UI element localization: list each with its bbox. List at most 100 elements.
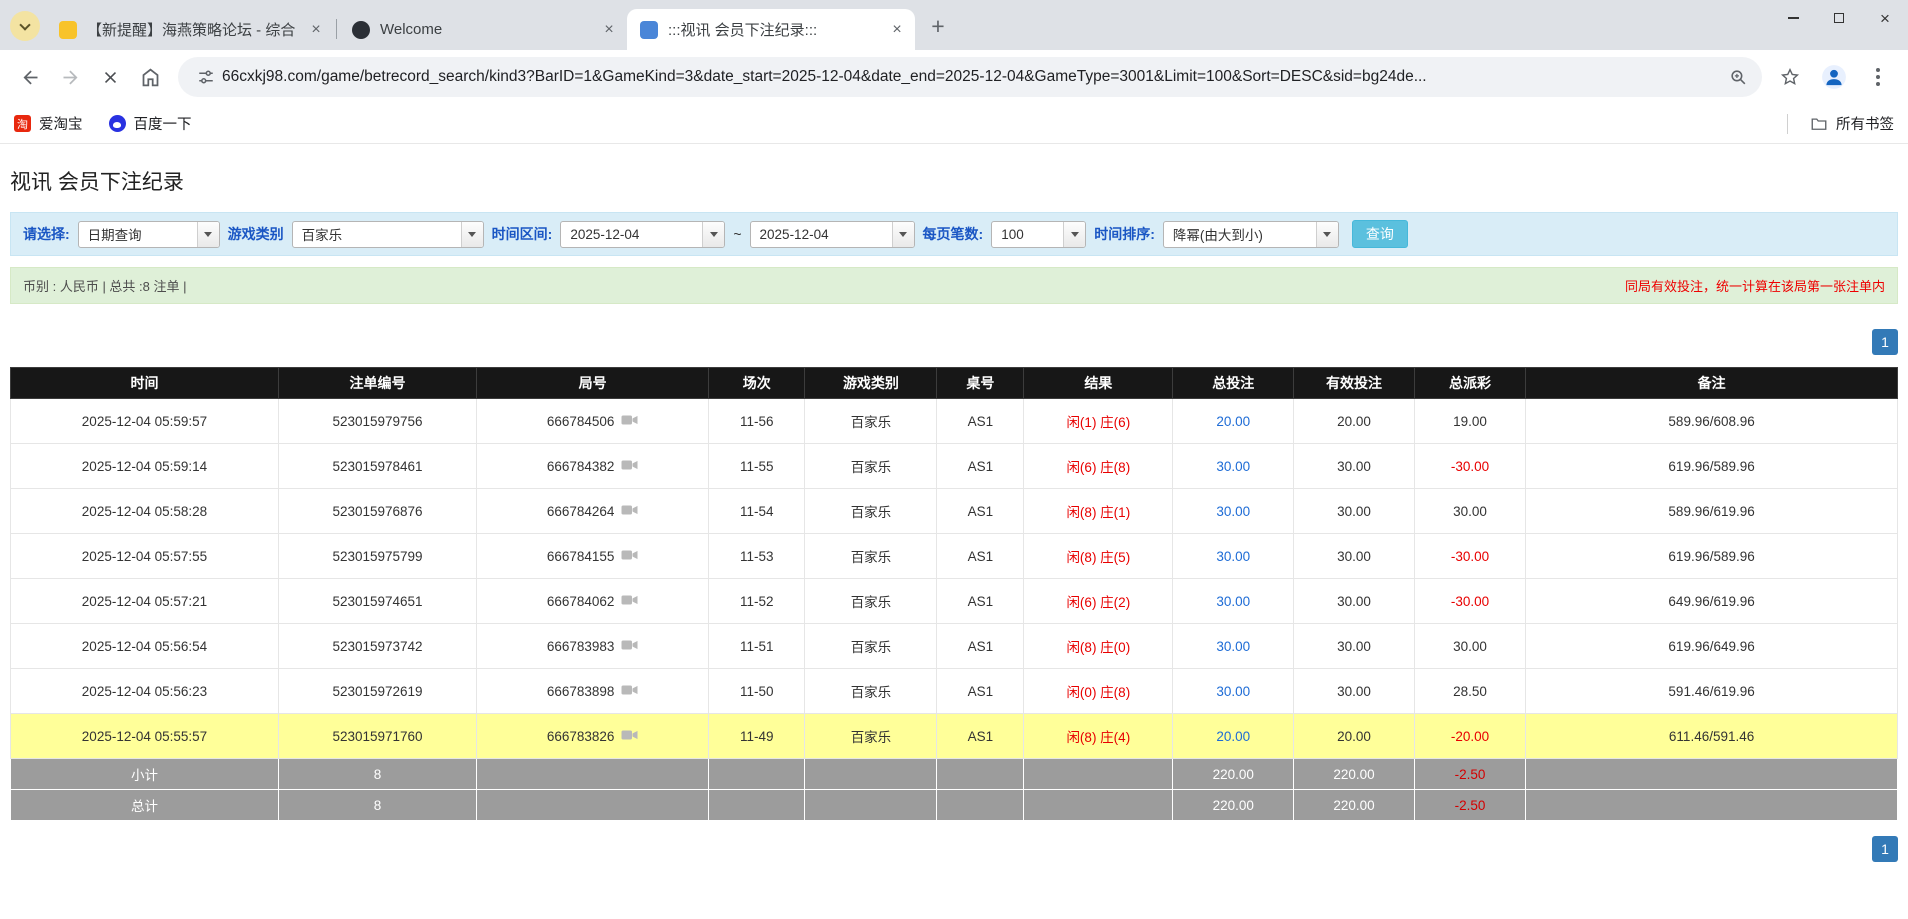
table-row: 2025-12-04 05:59:57 523015979756 6667845… [10, 398, 1898, 444]
table-row: 2025-12-04 05:56:23 523015972619 6667838… [10, 668, 1898, 714]
total-bet-link[interactable]: 30.00 [1216, 639, 1250, 654]
minimize-button[interactable] [1770, 0, 1816, 36]
total-bet-link[interactable]: 30.00 [1216, 549, 1250, 564]
chevron-down-icon[interactable] [1315, 221, 1338, 247]
cell-bet-id: 523015974651 [277, 578, 478, 624]
search-button[interactable]: 查询 [1351, 220, 1408, 248]
cell-payout: -30.00 [1413, 533, 1527, 579]
tab-bet-records-active[interactable]: :::视讯 会员下注纪录::: × [627, 9, 915, 50]
cell-payout: -20.00 [1413, 713, 1527, 759]
date-start-value: 2025-12-04 [570, 226, 640, 242]
profile-button[interactable] [1814, 57, 1854, 97]
subtotal-label: 小计 [10, 758, 279, 790]
cell-bet-id: 523015979756 [277, 398, 478, 444]
game-type-label: 游戏类别 [227, 226, 284, 242]
page-number-button[interactable]: 1 [1872, 329, 1898, 355]
cell-note: 619.96/589.96 [1525, 443, 1898, 489]
forward-button[interactable] [50, 57, 90, 97]
back-button[interactable] [10, 57, 50, 97]
browser-menu-button[interactable] [1858, 57, 1898, 97]
cell-payout: -30.00 [1413, 443, 1527, 489]
zoom-button[interactable] [1722, 61, 1754, 93]
cell-game-type: 百家乐 [804, 533, 938, 579]
cell-game-type: 百家乐 [804, 623, 938, 669]
filter-bar: 请选择: 日期查询 游戏类别 百家乐 时间区间: 2025-12-04 ~ 20… [10, 212, 1898, 256]
tab-close-icon[interactable]: × [306, 20, 326, 40]
chevron-down-icon[interactable] [891, 221, 914, 247]
cell-table-no: AS1 [936, 398, 1025, 444]
total-bet-link[interactable]: 30.00 [1216, 459, 1250, 474]
query-type-label: 请选择: [23, 226, 70, 242]
date-start-input[interactable]: 2025-12-04 [560, 220, 726, 248]
url-bar[interactable]: 66cxkj98.com/game/betrecord_search/kind3… [178, 57, 1762, 97]
game-type-select[interactable]: 百家乐 [291, 220, 484, 248]
result-text: 闲(8) 庄(0) [1066, 640, 1131, 655]
cell-result: 闲(0) 庄(8) [1023, 668, 1174, 714]
home-button[interactable] [130, 57, 170, 97]
sort-select[interactable]: 降幂(由大到小) [1162, 220, 1339, 248]
cell-session: 11-50 [708, 668, 806, 714]
tab-favicon [640, 20, 658, 39]
cell-session: 11-51 [708, 623, 806, 669]
chevron-down-icon[interactable] [196, 221, 219, 247]
tab-search-button[interactable] [10, 11, 40, 41]
cell-game-type: 百家乐 [804, 398, 938, 444]
maximize-button[interactable] [1816, 0, 1862, 36]
total-bet-link[interactable]: 30.00 [1216, 504, 1250, 519]
replay-camera-icon[interactable] [621, 548, 638, 565]
bookmark-taobao[interactable]: 淘 爱淘宝 [14, 113, 83, 134]
sort-value: 降幂(由大到小) [1172, 228, 1263, 243]
cell-bet-id: 523015976876 [277, 488, 478, 534]
replay-camera-icon[interactable] [621, 683, 638, 700]
page-size-select[interactable]: 100 [991, 220, 1087, 248]
query-type-select[interactable]: 日期查询 [77, 220, 220, 248]
replay-camera-icon[interactable] [621, 413, 638, 430]
close-button[interactable]: × [1862, 0, 1908, 36]
column-header: 桌号 [936, 367, 1025, 399]
date-end-input[interactable]: 2025-12-04 [749, 220, 915, 248]
page-content: 视讯 会员下注纪录 请选择: 日期查询 游戏类别 百家乐 时间区间: 2025-… [0, 166, 1908, 862]
all-bookmarks-button[interactable]: 所有书签 [1787, 113, 1894, 134]
tab-forum[interactable]: 【新提醒】海燕策略论坛 - 综合 × [46, 9, 334, 50]
new-tab-button[interactable]: + [923, 11, 953, 41]
replay-camera-icon[interactable] [621, 458, 638, 475]
replay-camera-icon[interactable] [621, 593, 638, 610]
tab-favicon [59, 20, 77, 39]
chevron-down-icon[interactable] [460, 221, 483, 247]
tab-close-icon[interactable]: × [887, 20, 907, 40]
stop-loading-button[interactable] [90, 57, 130, 97]
column-header: 游戏类别 [804, 367, 938, 399]
cell-session: 11-49 [708, 713, 806, 759]
table-row: 2025-12-04 05:58:28 523015976876 6667842… [10, 488, 1898, 534]
url-text[interactable]: 66cxkj98.com/game/betrecord_search/kind3… [222, 68, 1722, 86]
site-info-button[interactable] [190, 61, 222, 93]
total-count: 8 [277, 789, 478, 821]
chevron-down-icon[interactable] [702, 221, 725, 247]
total-bet-link[interactable]: 20.00 [1216, 414, 1250, 429]
subtotal-payout: -2.50 [1413, 758, 1527, 790]
table-row: 2025-12-04 05:55:57 523015971760 6667838… [10, 713, 1898, 759]
cell-valid-bet: 30.00 [1293, 578, 1415, 624]
replay-camera-icon[interactable] [621, 503, 638, 520]
baidu-icon [108, 115, 126, 132]
total-bet-link[interactable]: 20.00 [1216, 729, 1250, 744]
cell-session: 11-56 [708, 398, 806, 444]
total-bet-link[interactable]: 30.00 [1216, 684, 1250, 699]
chevron-down-icon[interactable] [1063, 221, 1086, 247]
cell-time: 2025-12-04 05:55:57 [10, 713, 279, 759]
cell-time: 2025-12-04 05:59:14 [10, 443, 279, 489]
cell-note: 619.96/649.96 [1525, 623, 1898, 669]
replay-camera-icon[interactable] [621, 728, 638, 745]
table-row: 2025-12-04 05:57:21 523015974651 6667840… [10, 578, 1898, 624]
column-header: 总派彩 [1413, 367, 1527, 399]
total-bet-link[interactable]: 30.00 [1216, 594, 1250, 609]
replay-camera-icon[interactable] [621, 638, 638, 655]
page-number-button[interactable]: 1 [1872, 836, 1898, 862]
tab-welcome[interactable]: Welcome × [339, 9, 627, 50]
round-number: 666784264 [546, 503, 615, 519]
tab-title: 【新提醒】海燕策略论坛 - 综合 [87, 22, 296, 39]
tab-close-icon[interactable]: × [599, 20, 619, 40]
cell-table-no: AS1 [936, 668, 1025, 714]
bookmark-baidu[interactable]: 百度一下 [108, 113, 192, 134]
bookmark-star-button[interactable] [1770, 57, 1810, 97]
